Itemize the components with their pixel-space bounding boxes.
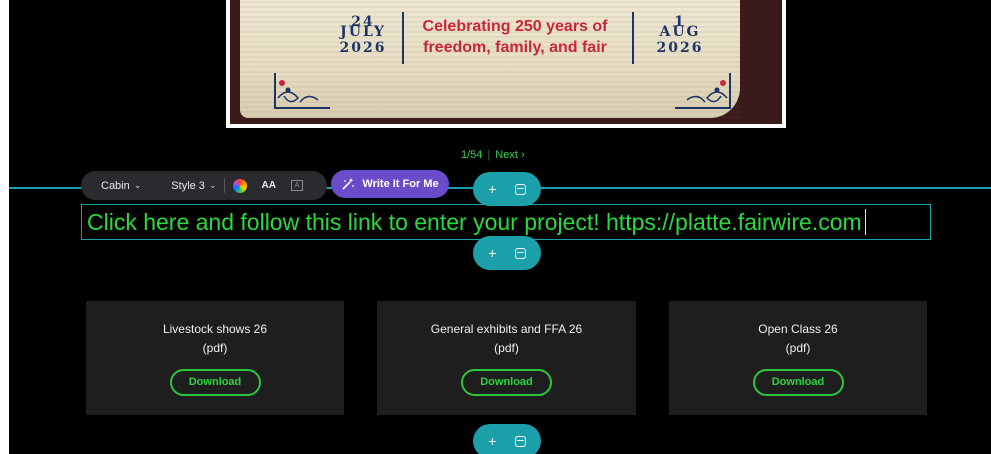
insert-block-pill: + <box>473 424 541 454</box>
pager-separator: | <box>487 149 491 161</box>
card-title: Livestock shows 26 <box>162 322 268 336</box>
poster-left-month: 24 JULY <box>328 14 398 40</box>
download-card: General exhibits and FFA 26 (pdf) Downlo… <box>377 301 636 415</box>
write-it-for-me-button[interactable]: Write It For Me <box>331 170 449 198</box>
project-link-text-block[interactable]: Click here and follow this link to enter… <box>81 204 931 240</box>
insert-block-pill: + <box>473 172 541 206</box>
scroll-ornament-left <box>274 73 330 109</box>
text-size-icon[interactable]: AA <box>261 180 275 191</box>
download-button[interactable]: Download <box>752 369 844 396</box>
add-block-icon[interactable]: + <box>488 181 496 197</box>
block-library-icon[interactable] <box>514 435 526 447</box>
poster-right-year: 2026 <box>656 40 704 56</box>
write-it-for-me-label: Write It For Me <box>362 178 439 190</box>
text-box-icon[interactable]: A <box>290 180 303 191</box>
poster-tagline: Celebrating 250 years of freedom, family… <box>422 18 608 56</box>
download-button[interactable]: Download <box>169 369 261 396</box>
scroll-ornament-right <box>675 73 731 109</box>
next-link[interactable]: Next › <box>495 149 524 161</box>
chevron-down-icon: ⌄ <box>133 180 142 190</box>
style-select[interactable]: Style 3 ⌄ <box>171 171 216 200</box>
gallery-pager: 1/54 | Next › <box>461 149 525 161</box>
text-cursor <box>864 209 866 235</box>
add-block-icon[interactable]: + <box>488 433 496 449</box>
download-card: Livestock shows 26 (pdf) Download <box>86 301 344 415</box>
text-format-toolbar: Cabin ⌄ Style 3 ⌄ AA A <box>81 171 327 200</box>
poster-divider <box>632 12 634 64</box>
insert-block-pill: + <box>473 236 541 270</box>
font-select[interactable]: Cabin ⌄ <box>101 171 141 200</box>
poster-background: 24 JULY 2026 Celebrating 250 years of fr… <box>230 0 782 124</box>
magic-wand-icon <box>342 178 355 190</box>
toolbar-divider <box>224 178 226 193</box>
card-subtitle: (pdf) <box>494 341 519 355</box>
download-card: Open Class 26 (pdf) Download <box>669 301 927 415</box>
project-link-text[interactable]: Click here and follow this link to enter… <box>87 209 862 236</box>
poster-parchment: 24 JULY 2026 Celebrating 250 years of fr… <box>240 0 740 118</box>
block-library-icon[interactable] <box>514 247 526 259</box>
card-subtitle: (pdf) <box>785 341 811 355</box>
chevron-down-icon: ⌄ <box>208 180 217 190</box>
poster-divider <box>402 12 404 64</box>
poster-left-year: 2026 <box>339 40 387 56</box>
page-counter: 1/54 <box>461 149 483 161</box>
download-button[interactable]: Download <box>461 369 552 396</box>
page-edge <box>0 0 9 454</box>
card-subtitle: (pdf) <box>202 341 228 355</box>
poster-right-month: 1 AUG <box>645 14 715 40</box>
color-picker-icon[interactable] <box>233 178 248 193</box>
fair-poster-image: 24 JULY 2026 Celebrating 250 years of fr… <box>226 0 786 128</box>
card-title: General exhibits and FFA 26 <box>430 322 583 336</box>
block-library-icon[interactable] <box>514 183 526 195</box>
card-title: Open Class 26 <box>758 322 838 336</box>
add-block-icon[interactable]: + <box>488 245 496 261</box>
